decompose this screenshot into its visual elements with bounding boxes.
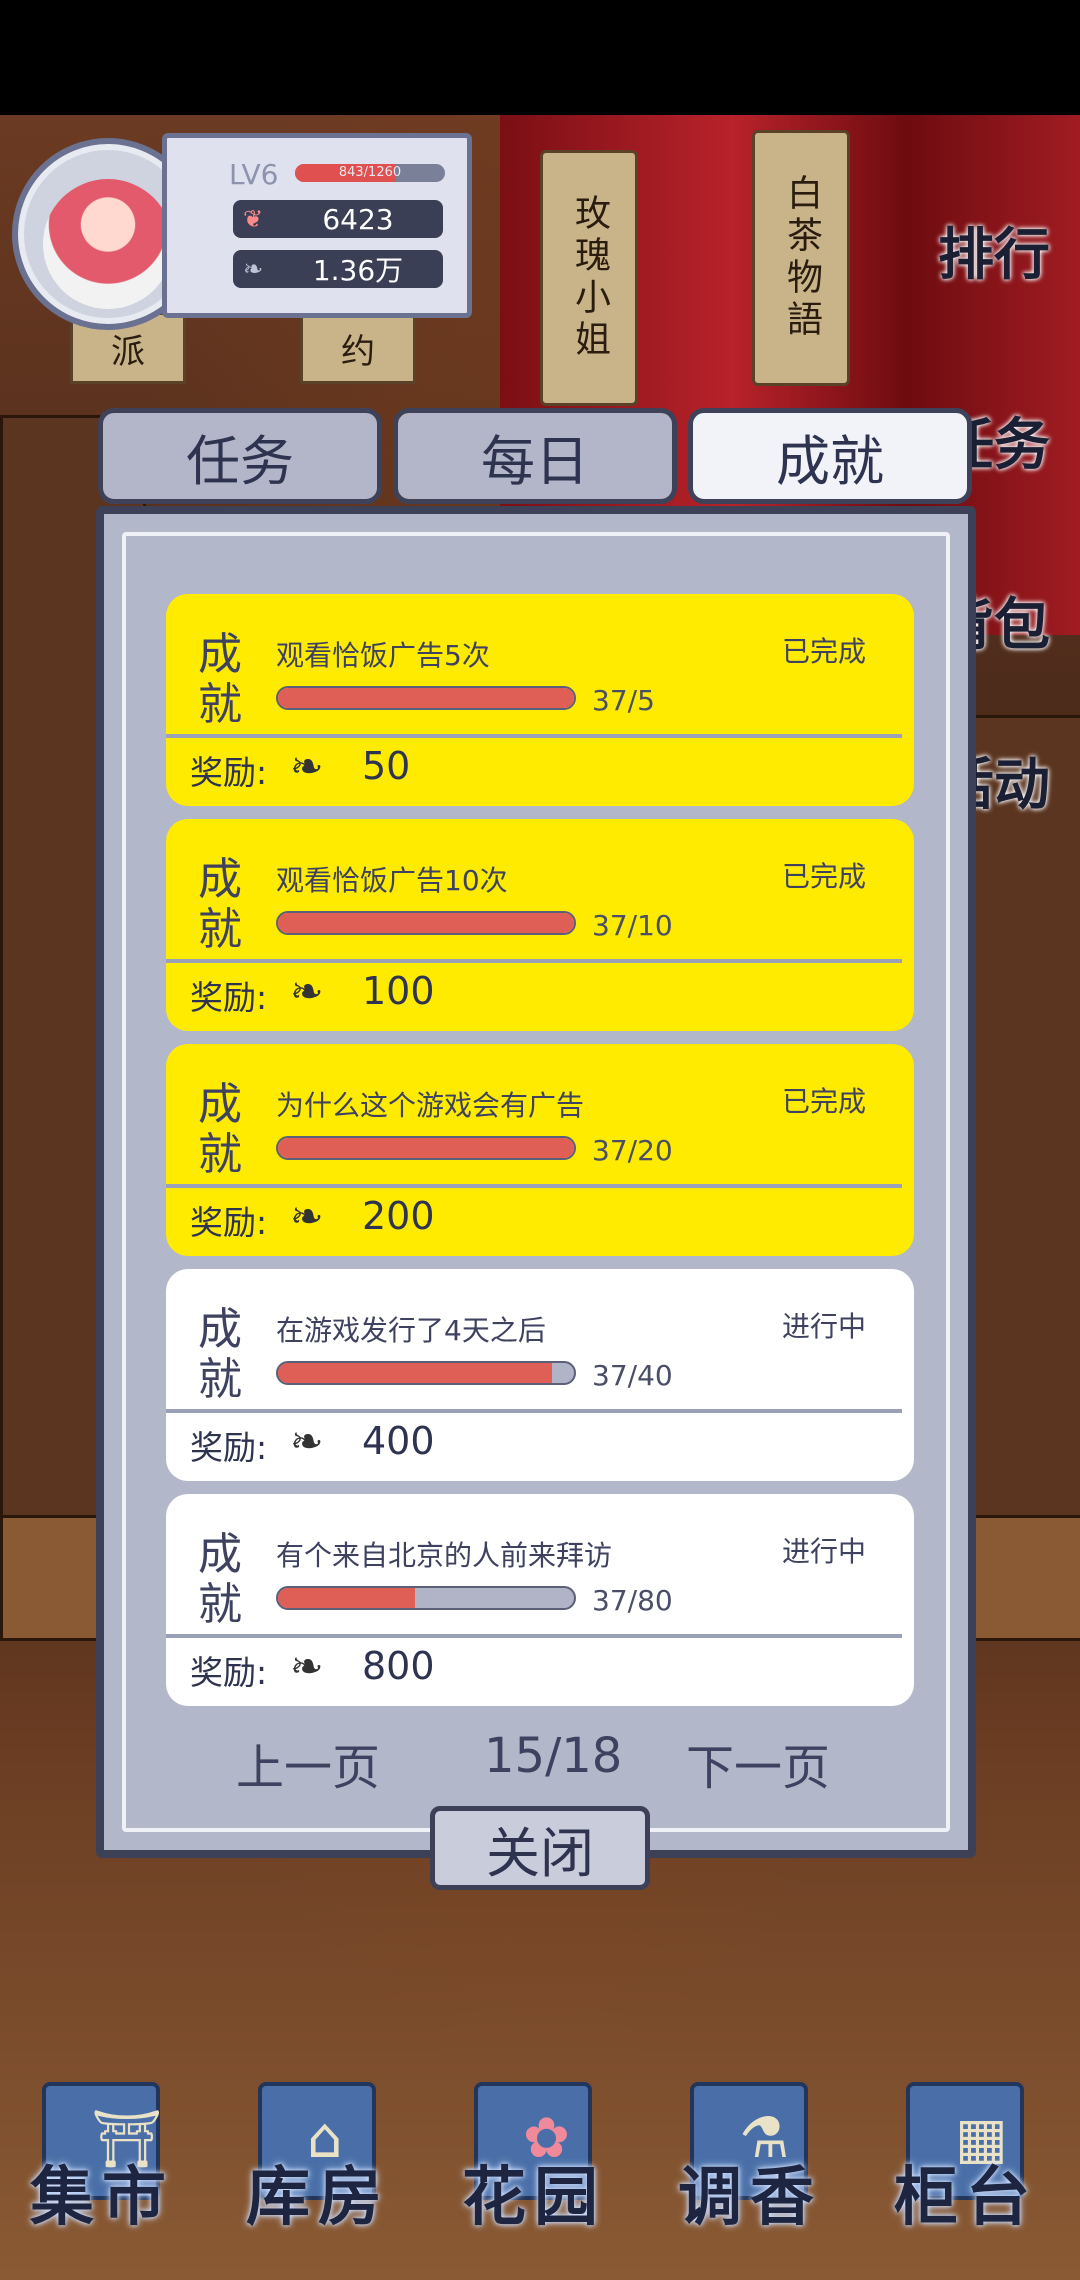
achievement-status: 已完成 <box>781 635 866 668</box>
achievement-card[interactable]: 成就 观看恰饭广告10次 已完成 37/10 奖励: ❧ 100 <box>166 819 914 1031</box>
achievement-progress-text: 37/40 <box>592 1359 673 1392</box>
card-divider <box>166 1634 902 1638</box>
hanging-tag-mid: 约 <box>300 312 416 384</box>
achievement-progress-text: 37/10 <box>592 909 673 942</box>
achievement-status: 进行中 <box>781 1310 866 1343</box>
achievement-progress-bar <box>276 1361 576 1385</box>
reward-amount: 400 <box>362 1419 435 1463</box>
achievement-card[interactable]: 成就 观看恰饭广告5次 已完成 37/5 奖励: ❧ 50 <box>166 594 914 806</box>
achievement-card[interactable]: 成就 在游戏发行了4天之后 进行中 37/40 奖励: ❧ 400 <box>166 1269 914 1481</box>
nav-storehouse[interactable]: ⌂ 库房 <box>238 2082 388 2235</box>
reward-label: 奖励: <box>190 1428 268 1467</box>
achievement-badge: 成就 <box>198 629 242 730</box>
nav-label: 花园 <box>462 2160 606 2235</box>
achievement-title: 在游戏发行了4天之后 <box>276 1314 546 1347</box>
reward-label: 奖励: <box>190 978 268 1017</box>
card-divider <box>166 959 902 963</box>
nav-label: 调香 <box>678 2160 822 2235</box>
leaf-icon: ❧ <box>290 1419 324 1465</box>
side-button-ranking[interactable]: 排行 <box>938 210 1068 291</box>
achievement-badge: 成就 <box>198 854 242 955</box>
leaf-icon: ❧ <box>242 255 264 283</box>
leaf-icon: ❧ <box>290 969 324 1015</box>
progress-fill <box>278 913 574 933</box>
reward-amount: 50 <box>362 744 411 788</box>
achievement-title: 有个来自北京的人前来拜访 <box>276 1539 613 1572</box>
tab-daily[interactable]: 每日 <box>393 408 677 504</box>
page-indicator: 15/18 <box>484 1728 623 1784</box>
achievement-badge: 成就 <box>198 1529 242 1630</box>
nav-label: 库房 <box>246 2160 390 2235</box>
achievement-progress-bar <box>276 1136 576 1160</box>
tab-achievements[interactable]: 成就 <box>688 408 972 504</box>
reward-amount: 800 <box>362 1644 435 1688</box>
nav-garden[interactable]: ✿ 花园 <box>454 2082 604 2235</box>
next-page-button[interactable]: 下一页 <box>686 1728 830 1798</box>
leaf-icon: ❧ <box>290 1194 324 1240</box>
reward-amount: 200 <box>362 1194 435 1238</box>
progress-fill <box>278 688 574 708</box>
achievement-title: 为什么这个游戏会有广告 <box>276 1089 585 1122</box>
petal-count: 6423 <box>322 202 394 236</box>
petal-icon: ❦ <box>242 205 264 233</box>
achievement-status: 进行中 <box>781 1535 866 1568</box>
tab-tasks[interactable]: 任务 <box>98 408 382 504</box>
leaf-currency: ❧ 1.36万 <box>233 250 443 288</box>
reward-label: 奖励: <box>190 1653 268 1692</box>
achievement-title: 观看恰饭广告10次 <box>276 864 508 897</box>
nav-label: 柜台 <box>894 2160 1038 2235</box>
leaf-count: 1.36万 <box>312 254 404 287</box>
achievement-progress-bar <box>276 911 576 935</box>
prev-page-button[interactable]: 上一页 <box>236 1728 380 1798</box>
achievement-badge: 成就 <box>198 1079 242 1180</box>
hanging-plaque: 玫瑰小姐 <box>540 150 638 406</box>
achievement-progress-text: 37/80 <box>592 1584 673 1617</box>
nav-counter[interactable]: ▦ 柜台 <box>886 2082 1036 2235</box>
xp-bar: 843/1260 <box>295 164 445 182</box>
player-level: LV6 <box>229 158 279 191</box>
achievement-title: 观看恰饭广告5次 <box>276 639 490 672</box>
progress-fill <box>278 1588 415 1608</box>
achievement-badge: 成就 <box>198 1304 242 1405</box>
progress-fill <box>278 1138 574 1158</box>
avatar[interactable] <box>43 179 173 309</box>
achievement-progress-text: 37/5 <box>592 684 655 717</box>
nav-perfume[interactable]: ⚗ 调香 <box>670 2082 820 2235</box>
achievement-progress-text: 37/20 <box>592 1134 673 1167</box>
player-profile[interactable]: LV6 843/1260 ❦ 6423 ❧ 1.36万 <box>12 128 472 330</box>
nav-label: 集市 <box>30 2160 174 2235</box>
leaf-icon: ❧ <box>290 1644 324 1690</box>
reward-amount: 100 <box>362 969 435 1013</box>
hanging-plaque: 白茶物語 <box>752 130 850 386</box>
achievement-progress-bar <box>276 686 576 710</box>
xp-text: 843/1260 <box>338 165 402 180</box>
player-stats: LV6 843/1260 ❦ 6423 ❧ 1.36万 <box>162 133 472 318</box>
achievement-card[interactable]: 成就 有个来自北京的人前来拜访 进行中 37/80 奖励: ❧ 800 <box>166 1494 914 1706</box>
close-button[interactable]: 关闭 <box>430 1806 650 1890</box>
reward-label: 奖励: <box>190 1203 268 1242</box>
reward-label: 奖励: <box>190 753 268 792</box>
nav-market[interactable]: ⛩ 集市 <box>22 2082 172 2235</box>
achievement-status: 已完成 <box>781 860 866 893</box>
card-divider <box>166 734 902 738</box>
achievement-card[interactable]: 成就 为什么这个游戏会有广告 已完成 37/20 奖励: ❧ 200 <box>166 1044 914 1256</box>
progress-fill <box>278 1363 552 1383</box>
petal-currency: ❦ 6423 <box>233 200 443 238</box>
achievement-status: 已完成 <box>781 1085 866 1118</box>
card-divider <box>166 1184 902 1188</box>
leaf-icon: ❧ <box>290 744 324 790</box>
card-divider <box>166 1409 902 1413</box>
achievement-progress-bar <box>276 1586 576 1610</box>
